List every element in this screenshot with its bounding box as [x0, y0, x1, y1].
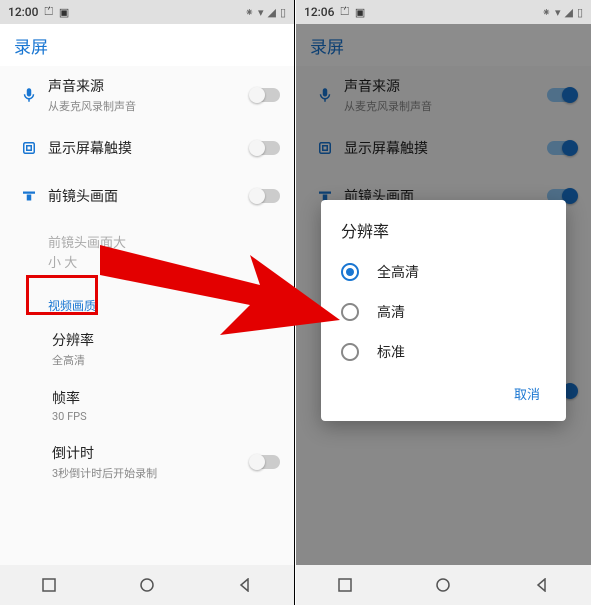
radio-label: 全高清	[377, 262, 419, 282]
bluetooth-icon: ⁕	[542, 6, 551, 19]
row-title: 前镜头画面	[48, 186, 240, 206]
row-resolution[interactable]: 分辨率 全高清	[0, 320, 294, 378]
nav-home[interactable]	[435, 577, 451, 593]
nav-recent[interactable]	[41, 577, 57, 593]
signal-icon: ◢	[267, 6, 275, 19]
status-bar: 12:00 ⏍ ▣ ⁕ ▾ ◢ ▯	[0, 0, 294, 24]
dialog-cancel-button[interactable]: 取消	[506, 378, 548, 409]
phone-right: 12:06 ⏍ ▣ ⁕ ▾ ◢ ▯ 录屏 声音来源 从麦克风录制声音 显示屏幕触…	[296, 0, 591, 605]
nav-back[interactable]	[237, 577, 253, 593]
nav-home[interactable]	[139, 577, 155, 593]
resolution-dialog: 分辨率 全高清 高清 标准 取消	[321, 200, 566, 421]
phone-left: 12:00 ⏍ ▣ ⁕ ▾ ◢ ▯ 录屏 声音来源 从麦克风录制声音 显示屏幕触…	[0, 0, 295, 605]
row-show-touch[interactable]: 显示屏幕触摸	[0, 124, 294, 172]
picture-icon: ▣	[355, 6, 365, 19]
radio-icon	[341, 343, 359, 361]
toggle-touch[interactable]	[250, 141, 280, 155]
toggle-countdown[interactable]	[250, 455, 280, 469]
row-sub: 3秒倒计时后开始录制	[52, 465, 240, 481]
app-header: 录屏	[0, 24, 294, 66]
nav-bar	[0, 565, 294, 605]
toggle-sound[interactable]	[250, 88, 280, 102]
dialog-title: 分辨率	[321, 218, 566, 252]
bluetooth-icon: ⁕	[245, 6, 254, 19]
row-title: 声音来源	[48, 76, 240, 96]
row-sound-source[interactable]: 声音来源 从麦克风录制声音	[0, 66, 294, 124]
mic-icon	[20, 86, 38, 104]
vibrate-icon: ⏍	[44, 5, 52, 19]
status-time: 12:00	[8, 5, 38, 19]
row-sub: 30 FPS	[52, 410, 280, 423]
toggle-front-cam[interactable]	[250, 189, 280, 203]
row-title: 显示屏幕触摸	[48, 138, 240, 158]
radio-label: 高清	[377, 302, 405, 322]
radio-option-hd[interactable]: 高清	[321, 292, 566, 332]
row-title: 帧率	[52, 388, 280, 408]
signal-icon: ◢	[564, 6, 572, 19]
settings-list: 声音来源 从麦克风录制声音 显示屏幕触摸 前镜头画面 前镜头画面大小 大 视频画…	[0, 66, 294, 491]
vibrate-icon: ⏍	[340, 5, 348, 19]
battery-icon: ▯	[577, 6, 583, 19]
row-fps[interactable]: 帧率 30 FPS	[0, 378, 294, 433]
wifi-icon: ▾	[258, 6, 264, 19]
status-right-icons: ⁕ ▾ ◢ ▯	[542, 6, 583, 19]
radio-icon	[341, 263, 359, 281]
section-video-quality: 视频画质	[0, 283, 294, 320]
row-front-camera-size: 前镜头画面大小 大	[0, 220, 150, 283]
status-right-icons: ⁕ ▾ ◢ ▯	[245, 6, 286, 19]
nav-bar	[296, 565, 591, 605]
touch-icon	[20, 139, 38, 157]
radio-icon	[341, 303, 359, 321]
nav-back[interactable]	[534, 577, 550, 593]
nav-recent[interactable]	[337, 577, 353, 593]
radio-label: 标准	[377, 342, 405, 362]
row-title: 分辨率	[52, 330, 280, 350]
wifi-icon: ▾	[555, 6, 561, 19]
camera-icon	[20, 187, 38, 205]
radio-option-sd[interactable]: 标准	[321, 332, 566, 372]
battery-icon: ▯	[280, 6, 286, 19]
row-countdown[interactable]: 倒计时 3秒倒计时后开始录制	[0, 433, 294, 491]
app-title: 录屏	[14, 33, 48, 58]
picture-icon: ▣	[59, 6, 69, 19]
row-sub: 全高清	[52, 352, 280, 368]
row-sub: 从麦克风录制声音	[48, 98, 240, 114]
row-front-camera[interactable]: 前镜头画面	[0, 172, 294, 220]
status-time: 12:06	[304, 5, 334, 19]
radio-option-fullhd[interactable]: 全高清	[321, 252, 566, 292]
row-title: 倒计时	[52, 443, 240, 463]
status-bar: 12:06 ⏍ ▣ ⁕ ▾ ◢ ▯	[296, 0, 591, 24]
